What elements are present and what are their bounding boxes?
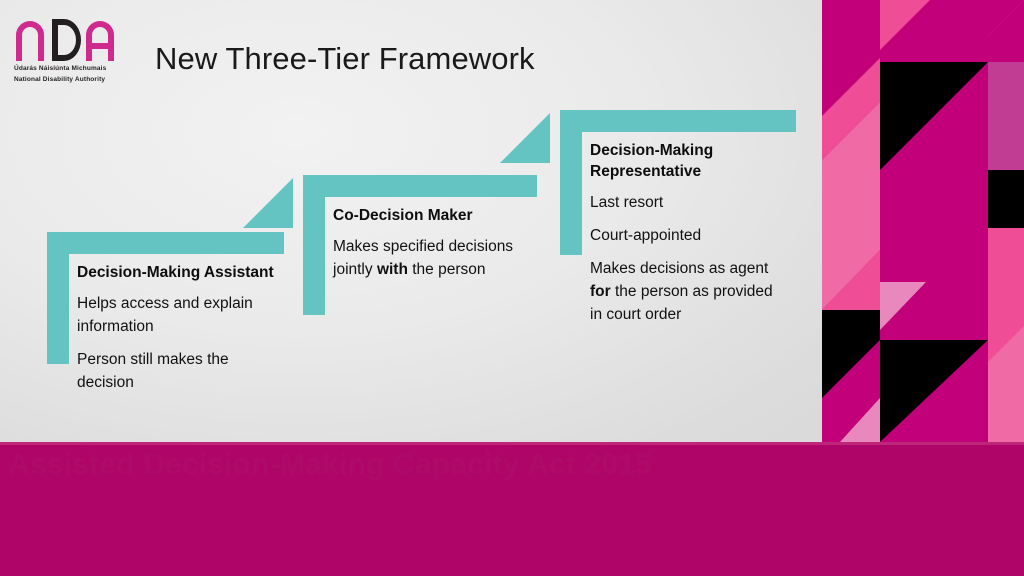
- tier-bracket-left: [560, 110, 582, 255]
- footer-ghost-text: Assisted Decision-Making Capacity Act 20…: [8, 448, 653, 481]
- nda-logo-mark-icon: [16, 19, 114, 61]
- tier-decision-making-assistant: Decision-Making Assistant Helps access a…: [47, 232, 284, 391]
- connector-triangle-1-2: [243, 178, 293, 228]
- tier-bracket-left: [47, 232, 69, 364]
- tier-body: Decision-Making Assistant Helps access a…: [77, 262, 287, 404]
- tier-line: Court-appointed: [590, 227, 702, 244]
- tier-line: Person still makes the decision: [77, 351, 229, 391]
- tier-co-decision-maker: Co-Decision Maker Makes specified decisi…: [303, 175, 537, 315]
- tier-line: Helps access and explain information: [77, 295, 253, 335]
- tier-line-post: the person: [407, 261, 486, 278]
- connector-triangle-2-3: [500, 113, 550, 163]
- tier-line-post: the person as provided in court order: [590, 283, 773, 323]
- footer-band: Assisted Decision-Making Capacity Act 20…: [0, 442, 1024, 576]
- tier-body: Decision-Making Representative Last reso…: [590, 140, 786, 336]
- tier-body: Co-Decision Maker Makes specified decisi…: [333, 205, 529, 291]
- tier-bracket-top: [47, 232, 284, 254]
- tier-line: Makes specified decisions jointly with t…: [333, 235, 529, 281]
- tier-line-emphasis: for: [590, 283, 611, 300]
- tier-decision-making-representative: Decision-Making Representative Last reso…: [560, 110, 796, 360]
- tier-bracket-top: [560, 110, 796, 132]
- tier-line: Last resort: [590, 194, 664, 211]
- nda-logo: Údarás Náisiúnta Michumais National Disa…: [14, 17, 134, 84]
- page-title: New Three-Tier Framework: [155, 41, 535, 76]
- pattern-svg: [822, 0, 1024, 442]
- footer-band-highlight: [0, 442, 1024, 445]
- triangle-connector-icon: [500, 113, 550, 163]
- tier-line-emphasis: with: [376, 261, 408, 278]
- tier-heading: Co-Decision Maker: [333, 207, 473, 224]
- tier-bracket-left: [303, 175, 325, 315]
- tier-bracket-top: [303, 175, 537, 197]
- nda-logo-irish-name: Údarás Náisiúnta Michumais: [14, 65, 107, 72]
- decorative-geometric-pattern: [822, 0, 1024, 442]
- tier-line-pre: Makes decisions as agent: [590, 260, 769, 277]
- tier-line: Makes decisions as agent for the person …: [590, 257, 786, 326]
- tier-heading: Decision-Making Assistant: [77, 264, 274, 281]
- tier-heading: Decision-Making Representative: [590, 142, 714, 180]
- nda-logo-english-name: National Disability Authority: [14, 75, 106, 83]
- triangle-connector-icon: [243, 178, 293, 228]
- slide-canvas: Údarás Náisiúnta Michumais National Disa…: [0, 0, 1024, 576]
